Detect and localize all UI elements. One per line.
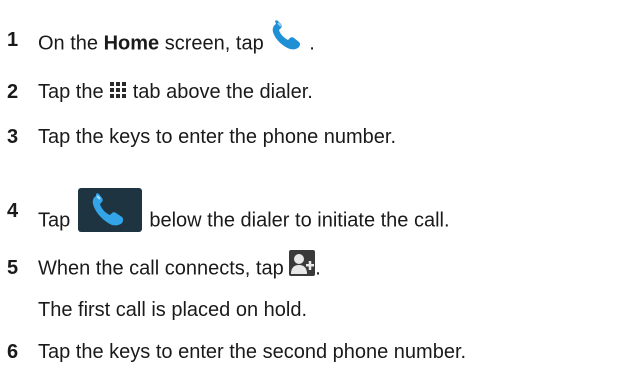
instruction-page: { "steps": [ {"number": "1", "before": "… xyxy=(0,0,624,373)
add-call-icon xyxy=(289,250,316,276)
step-number: 6 xyxy=(7,341,19,363)
step-number: 4 xyxy=(7,200,19,222)
step-text: On the xyxy=(38,32,104,55)
note-text: The first call is placed on hold. xyxy=(38,299,308,321)
step-text: . xyxy=(309,32,315,55)
step-number: 5 xyxy=(7,257,19,279)
step-text: tab above the dialer. xyxy=(127,81,313,103)
step-text: Tap the xyxy=(38,81,110,103)
step-text: below the dialer to initiate the call. xyxy=(143,209,450,232)
step-number: 1 xyxy=(7,29,19,51)
phone-handset-icon xyxy=(269,20,309,52)
call-button-icon xyxy=(77,188,142,232)
step-text: When the call connects, tap xyxy=(38,257,290,280)
step-text: Tap xyxy=(38,209,76,232)
step-number: 3 xyxy=(7,126,19,148)
step-number: 2 xyxy=(7,81,19,103)
step-text: screen, tap xyxy=(159,32,270,55)
step-text: Tap the keys to enter the phone number. xyxy=(38,126,397,148)
home-label: Home xyxy=(103,32,160,55)
step-text: Tap the keys to enter the second phone n… xyxy=(38,341,467,363)
step-text: . xyxy=(315,257,321,280)
dialpad-grid-icon xyxy=(109,81,127,99)
